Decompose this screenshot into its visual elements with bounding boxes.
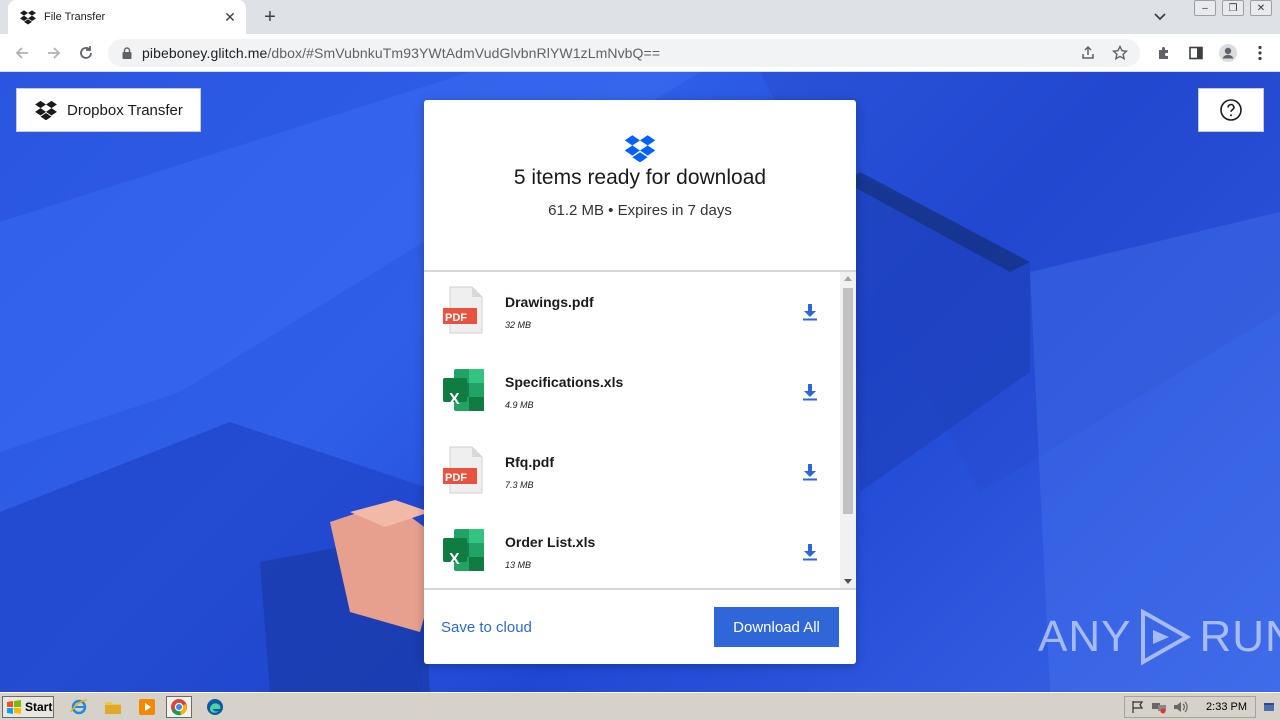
file-name: Drawings.pdf <box>505 294 594 310</box>
dropbox-logo-icon <box>35 100 57 120</box>
url-path: /dbox/#SmVubnkuTm93YWtAdmVudGlvbnRlYW1zL… <box>267 45 661 61</box>
file-explorer-icon[interactable] <box>100 696 126 718</box>
back-arrow-icon[interactable] <box>10 41 34 65</box>
file-list-scrollbar[interactable] <box>840 272 856 588</box>
start-label: Start <box>25 700 53 714</box>
tab-close-icon[interactable]: ✕ <box>220 7 240 27</box>
browser-tab[interactable]: File Transfer ✕ <box>8 0 246 34</box>
edge-icon[interactable] <box>202 696 228 718</box>
download-icon[interactable] <box>798 380 822 404</box>
bookmark-star-icon[interactable] <box>1108 41 1132 65</box>
file-size: 4.9 MB <box>505 400 534 410</box>
file-list: PDF Drawings.pdf 32 MB X Specifications.… <box>424 272 840 588</box>
watermark-left-text: ANY <box>1038 612 1132 661</box>
download-icon[interactable] <box>798 540 822 564</box>
play-triangle-icon <box>1141 608 1192 666</box>
download-icon[interactable] <box>798 300 822 324</box>
brand-label: Dropbox Transfer <box>67 101 183 119</box>
url-text[interactable]: pibeboney.glitch.me/dbox/#SmVubnkuTm93YW… <box>142 45 1076 61</box>
help-button[interactable] <box>1198 88 1264 132</box>
browser-toolbar: pibeboney.glitch.me/dbox/#SmVubnkuTm93YW… <box>0 34 1280 72</box>
file-item[interactable]: X Specifications.xls 4.9 MB <box>424 352 840 432</box>
file-size: 32 MB <box>505 320 532 330</box>
card-subtitle: 61.2 MB • Expires in 7 days <box>548 202 732 219</box>
media-player-icon[interactable] <box>134 696 160 718</box>
profile-avatar-icon[interactable] <box>1216 41 1240 65</box>
show-desktop-icon[interactable] <box>1262 698 1276 716</box>
pdf-badge-label: PDF <box>445 312 467 324</box>
page-background: Dropbox Transfer 5 items ready for downl… <box>0 72 1280 692</box>
chrome-taskbar-icon[interactable] <box>166 696 192 718</box>
file-item[interactable]: X Order List.xls 13 MB <box>424 512 840 588</box>
file-size: 7.3 MB <box>505 480 534 490</box>
internet-explorer-icon[interactable] <box>66 696 92 718</box>
card-header: 5 items ready for download 61.2 MB • Exp… <box>424 100 856 270</box>
help-question-icon <box>1220 99 1242 121</box>
window-restore-button[interactable]: ❐ <box>1222 0 1244 16</box>
pdf-file-icon <box>443 446 483 494</box>
excel-badge-label: X <box>449 551 460 568</box>
flag-icon[interactable] <box>1131 700 1145 714</box>
card-title: 5 items ready for download <box>513 166 767 189</box>
network-icon[interactable] <box>1151 700 1167 714</box>
file-item[interactable]: PDF Rfq.pdf 7.3 MB <box>424 432 840 512</box>
new-tab-button[interactable]: + <box>258 5 282 29</box>
window-minimize-button[interactable]: – <box>1194 0 1216 16</box>
browser-menu-kebab-icon[interactable] <box>1248 41 1272 65</box>
taskbar-clock[interactable]: 2:33 PM <box>1206 701 1247 713</box>
side-panel-icon[interactable] <box>1184 41 1208 65</box>
file-name: Order List.xls <box>505 534 596 550</box>
scroll-up-arrow-icon[interactable] <box>844 276 852 281</box>
excel-badge-label: X <box>449 391 460 408</box>
tab-search-chevron-icon[interactable] <box>1150 7 1170 27</box>
file-name: Rfq.pdf <box>505 454 554 470</box>
download-card: 5 items ready for download 61.2 MB • Exp… <box>424 100 856 664</box>
download-all-button[interactable]: Download All <box>714 607 839 647</box>
anyrun-watermark: ANY RUN <box>1038 608 1280 666</box>
download-icon[interactable] <box>798 460 822 484</box>
tab-title: File Transfer <box>44 11 106 23</box>
file-name: Specifications.xls <box>505 374 624 390</box>
watermark-right-text: RUN <box>1199 612 1280 661</box>
system-tray: 2:33 PM <box>1124 696 1256 718</box>
scroll-down-arrow-icon[interactable] <box>844 579 852 584</box>
divider <box>424 588 856 590</box>
dropbox-transfer-button[interactable]: Dropbox Transfer <box>16 88 201 132</box>
reload-icon[interactable] <box>74 41 98 65</box>
dropbox-logo-icon <box>624 135 656 162</box>
share-icon[interactable] <box>1076 41 1100 65</box>
windows-logo-icon <box>7 700 21 714</box>
pdf-badge-label: PDF <box>445 472 467 484</box>
save-to-cloud-link[interactable]: Save to cloud <box>441 619 532 636</box>
file-item[interactable]: PDF Drawings.pdf 32 MB <box>424 272 840 352</box>
forward-arrow-icon[interactable] <box>42 41 66 65</box>
extensions-puzzle-icon[interactable] <box>1152 41 1176 65</box>
windows-taskbar: Start 2:33 PM <box>0 692 1280 720</box>
window-close-button[interactable]: ✕ <box>1250 0 1272 16</box>
start-button[interactable]: Start <box>2 696 54 718</box>
url-host: pibeboney.glitch.me <box>142 45 268 61</box>
file-size: 13 MB <box>505 560 532 570</box>
volume-icon[interactable] <box>1173 700 1189 714</box>
pdf-file-icon <box>443 286 483 334</box>
scrollbar-thumb[interactable] <box>843 288 853 514</box>
dropbox-favicon-icon <box>20 10 36 25</box>
address-bar[interactable]: pibeboney.glitch.me/dbox/#SmVubnkuTm93YW… <box>108 39 1140 67</box>
browser-tab-bar: File Transfer ✕ + – ❐ ✕ <box>0 0 1280 34</box>
lock-icon[interactable] <box>120 46 134 60</box>
